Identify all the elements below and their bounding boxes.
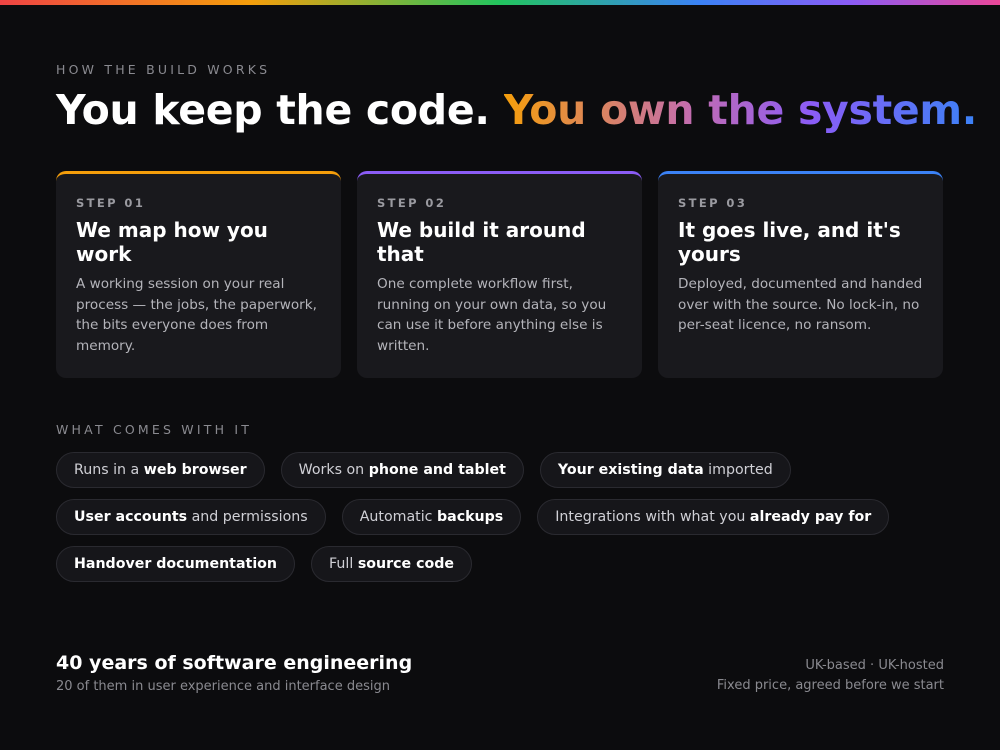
chip-emphasis: backups: [436, 509, 504, 525]
step-number: STEP 01: [76, 196, 146, 210]
step-title: We map how you work: [76, 218, 268, 266]
step-description: Deployed, documented and handed over wit…: [678, 276, 923, 333]
step-title: We build it around that: [377, 218, 586, 266]
chip-emphasis: source code: [357, 556, 455, 572]
feature-chip-existing-data: Your existing data imported: [539, 452, 791, 488]
chip-text: Automatic: [359, 509, 437, 525]
experience-title: 40 years of software engineering: [56, 652, 413, 674]
chip-emphasis: Handover documentation: [74, 556, 278, 572]
location-note: UK-based · UK-hosted: [805, 658, 944, 673]
feature-chip-integrations: Integrations with what you already pay f…: [537, 499, 890, 535]
terms-block: UK-based · UK-hosted Fixed price, agreed…: [717, 656, 944, 696]
step-card-2: STEP 02 We build it around that One comp…: [357, 171, 642, 378]
step-card-1: STEP 01 We map how you work A working se…: [56, 171, 341, 378]
feature-chip-web-browser: Runs in a web browser: [56, 452, 265, 488]
chip-text: Runs in a: [74, 462, 144, 478]
feature-chip-phone-tablet: Works on phone and tablet: [280, 452, 524, 488]
pricing-note: Fixed price, agreed before we start: [716, 678, 944, 693]
step-description: One complete workflow first, running on …: [377, 276, 607, 354]
chip-emphasis: phone and tablet: [368, 462, 506, 478]
feature-chip-source-code: Full source code: [311, 546, 473, 582]
step-title: It goes live, and it's yours: [678, 218, 901, 266]
steps-cards: STEP 01 We map how you work A working se…: [56, 171, 944, 378]
rainbow-top-bar: [0, 0, 1000, 5]
chip-emphasis: Your existing data: [557, 462, 704, 478]
section-eyebrow: HOW THE BUILD WORKS: [56, 62, 271, 77]
chip-emphasis: already pay for: [749, 509, 872, 525]
chip-emphasis: web browser: [143, 462, 247, 478]
chip-row: Handover documentation Full source code: [56, 546, 944, 582]
feature-chip-backups: Automatic backups: [341, 499, 522, 535]
step-card-3: STEP 03 It goes live, and it's yours Dep…: [658, 171, 943, 378]
step-description: A working session on your real process —…: [76, 276, 317, 354]
chip-text: Integrations with what you: [555, 509, 750, 525]
chip-row: User accounts and permissions Automatic …: [56, 499, 944, 535]
feature-chip-handover-docs: Handover documentation: [56, 546, 296, 582]
experience-subtitle: 20 of them in user experience and interf…: [56, 679, 390, 694]
chip-text: Full: [329, 556, 358, 572]
experience-block: 40 years of software engineering 20 of t…: [56, 652, 412, 694]
chip-text: Works on: [298, 462, 369, 478]
headline-plain: You keep the code.: [56, 86, 504, 134]
page-title: You keep the code. You own the system.: [56, 86, 977, 134]
chip-text: imported: [703, 462, 773, 478]
headline-accent: You own the system.: [503, 86, 978, 134]
chip-row: Runs in a web browser Works on phone and…: [56, 452, 944, 488]
step-number: STEP 03: [678, 196, 748, 210]
chip-text: and permissions: [187, 509, 308, 525]
chip-emphasis: User accounts: [74, 509, 188, 525]
included-eyebrow: WHAT COMES WITH IT: [56, 422, 253, 437]
feature-chips: Runs in a web browser Works on phone and…: [56, 452, 944, 593]
feature-chip-user-accounts: User accounts and permissions: [56, 499, 326, 535]
step-number: STEP 02: [377, 196, 447, 210]
